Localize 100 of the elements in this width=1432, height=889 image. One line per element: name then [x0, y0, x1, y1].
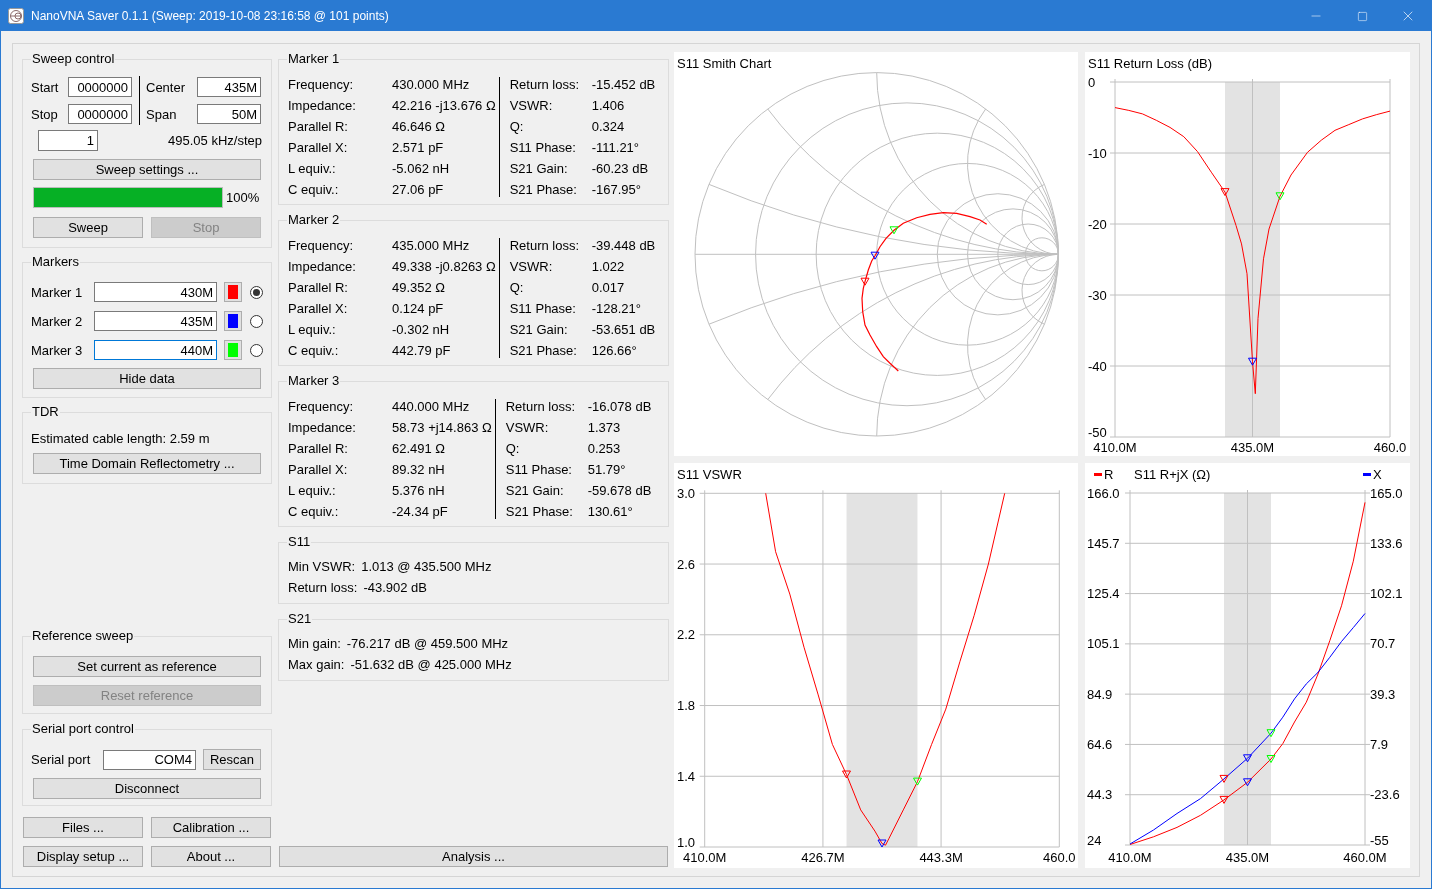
field-label: Frequency: — [288, 239, 355, 252]
hide-data-button[interactable]: Hide data — [33, 368, 261, 389]
field-value: 2.571 pF — [392, 141, 445, 154]
field-label: Parallel X: — [288, 463, 349, 476]
field-label: S11 Phase: — [509, 302, 577, 315]
axis-tick-label: 0 — [1088, 74, 1096, 90]
toolbar-button[interactable]: Display setup ... — [23, 846, 143, 867]
field-value: 27.06 pF — [392, 183, 445, 196]
field-value: 62.491 Ω — [392, 442, 447, 455]
axis-tick-label: -40 — [1088, 358, 1107, 374]
marker-radio[interactable] — [250, 285, 263, 299]
field-value: 0.124 pF — [392, 302, 445, 315]
marker-radio[interactable] — [250, 314, 263, 328]
axis-tick-label: 84.9 — [1087, 686, 1113, 702]
marker-color-button[interactable] — [224, 311, 242, 331]
group-title: Markers — [31, 255, 80, 269]
field-label: Marker 1 — [31, 285, 84, 299]
app-icon — [8, 8, 24, 24]
group-title: Marker 3 — [287, 374, 341, 388]
axis-tick-label: -20 — [1088, 216, 1107, 232]
axis-tick-label: 426.7M — [801, 849, 845, 865]
tdr-button[interactable]: Time Domain Reflectometry ... — [33, 453, 261, 474]
field-value: -53.651 dB — [591, 323, 656, 336]
toolbar-button[interactable]: Files ... — [23, 817, 143, 838]
field-label: C equiv.: — [288, 344, 340, 357]
field-label: Q: — [509, 281, 525, 294]
serial-port-input[interactable]: COM4 — [103, 749, 196, 770]
chart-title: S11 R+jX (Ω) — [1134, 466, 1211, 482]
rescan-button[interactable]: Rescan — [203, 749, 261, 770]
field-value: -59.678 dB — [587, 484, 652, 497]
field-label: Marker 3 — [31, 343, 84, 357]
marker-frequency-input[interactable]: 430M — [94, 282, 217, 302]
axis-tick-label: -30 — [1088, 287, 1107, 303]
marker-radio[interactable] — [250, 343, 263, 357]
field-label: C equiv.: — [288, 505, 340, 518]
segments-input[interactable]: 1 — [38, 130, 98, 151]
field-label: L equiv.: — [288, 484, 337, 497]
toolbar-button[interactable]: About ... — [151, 846, 271, 867]
group-title: S21 — [287, 612, 313, 626]
field-label: Frequency: — [288, 78, 355, 91]
group-title: Sweep control — [31, 52, 116, 66]
group-title: Reference sweep — [31, 629, 135, 643]
center-input[interactable]: 435M — [197, 77, 261, 97]
marker-color-button[interactable] — [224, 340, 242, 360]
field-label: Return loss: — [505, 400, 577, 413]
field-label: L equiv.: — [288, 162, 337, 175]
field-value: 89.32 nH — [392, 463, 446, 476]
field-value: 435.000 MHz — [392, 239, 471, 252]
legend-label: X — [1373, 466, 1382, 482]
field-label: Marker 2 — [31, 314, 84, 328]
marker-color-button[interactable] — [224, 282, 242, 302]
axis-tick-label: 145.7 — [1087, 535, 1120, 551]
toolbar-button[interactable]: Calibration ... — [151, 817, 271, 838]
field-value: -39.448 dB — [591, 239, 656, 252]
field-value: -111.21° — [591, 141, 641, 154]
axis-tick-label: 24 — [1087, 832, 1102, 848]
axis-tick-label: 2.6 — [677, 556, 696, 572]
field-label: S21 Phase: — [505, 505, 574, 518]
field-value: -167.95° — [591, 183, 642, 196]
field-value: -43.902 dB — [363, 581, 427, 594]
field-label: Min gain: — [288, 637, 341, 650]
field-label: Q: — [505, 442, 521, 455]
field-label: Stop — [31, 107, 59, 121]
field-value: 130.61° — [587, 505, 634, 518]
field-value: -76.217 dB @ 459.500 MHz — [346, 637, 509, 650]
field-value: -5.062 nH — [392, 162, 451, 175]
axis-tick-label: 166.0 — [1087, 485, 1120, 501]
group-title: Marker 2 — [287, 213, 341, 227]
field-label: Return loss: — [509, 78, 581, 91]
axis-tick-label: 70.7 — [1370, 636, 1396, 652]
field-value: -128.21° — [591, 302, 642, 315]
sweep-button[interactable]: Sweep — [33, 217, 143, 238]
axis-tick-label: 102.1 — [1370, 586, 1403, 602]
field-value: 126.66° — [591, 344, 638, 357]
field-value: 0.324 — [591, 120, 626, 133]
analysis-button[interactable]: Analysis ... — [279, 846, 668, 867]
disconnect-button[interactable]: Disconnect — [33, 778, 261, 799]
field-label: S21 Gain: — [505, 484, 565, 497]
field-label: S11 Phase: — [505, 463, 573, 476]
field-label: S21 Gain: — [509, 162, 569, 175]
sweep-settings-button[interactable]: Sweep settings ... — [33, 159, 261, 180]
axis-tick-label: -50 — [1088, 424, 1107, 440]
field-value: -16.078 dB — [587, 400, 652, 413]
field-label: Q: — [509, 120, 525, 133]
chart-title: S11 Return Loss (dB) — [1088, 55, 1213, 71]
field-label: Frequency: — [288, 400, 355, 413]
field-label: VSWR: — [509, 260, 554, 273]
marker-frequency-input[interactable]: 440M — [94, 340, 217, 360]
marker-frequency-input[interactable]: 435M — [94, 311, 217, 331]
axis-tick-label: 410.0M — [1093, 439, 1137, 455]
field-value: 58.73 +j14.863 Ω — [392, 421, 492, 434]
start-input[interactable]: 0000000 — [68, 77, 132, 97]
stop-input[interactable]: 0000000 — [68, 104, 132, 124]
field-label: Center — [146, 80, 187, 94]
axis-tick-label: 3.0 — [677, 485, 696, 501]
field-value: 49.352 Ω — [392, 281, 447, 294]
reference-button[interactable]: Set current as reference — [33, 656, 261, 677]
group-title: Marker 1 — [287, 52, 341, 66]
span-input[interactable]: 50M — [197, 104, 261, 124]
field-label: Span — [146, 107, 178, 121]
